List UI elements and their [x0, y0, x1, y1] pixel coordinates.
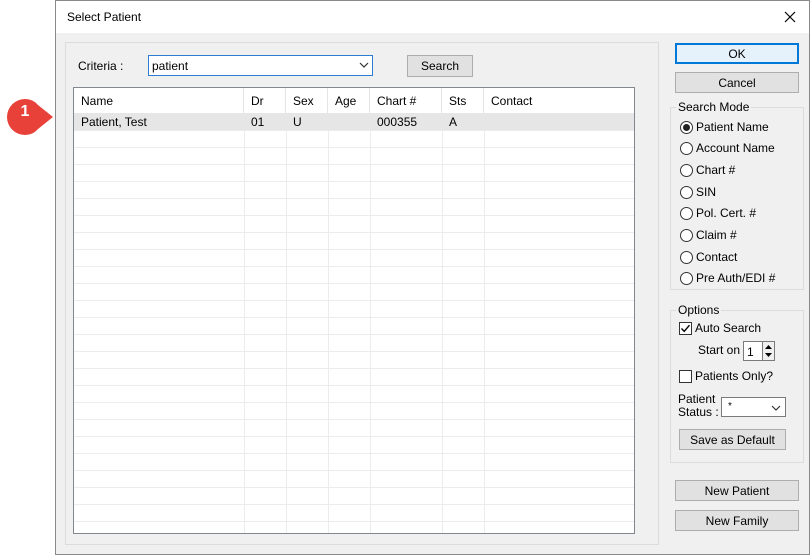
grid-header: Name Dr Sex Age Chart # Sts Contact: [74, 88, 634, 113]
column-header-age[interactable]: Age: [328, 88, 370, 113]
patient-status-label-line2: Status :: [678, 405, 719, 419]
start-on-input[interactable]: 1: [743, 341, 763, 361]
ok-button[interactable]: OK: [675, 43, 799, 64]
auto-search-checkbox[interactable]: Auto Search: [679, 321, 761, 335]
radio-pol-cert[interactable]: Pol. Cert. #: [680, 206, 756, 220]
close-button[interactable]: [777, 5, 803, 29]
radio-account-name[interactable]: Account Name: [680, 141, 775, 155]
column-header-dr[interactable]: Dr: [244, 88, 286, 113]
start-on-label: Start on: [698, 343, 741, 357]
cell-age: [328, 113, 335, 130]
table-row[interactable]: Patient, Test 01 U 000355 A: [74, 113, 634, 130]
radio-label: Contact: [696, 250, 738, 264]
cell-contact: [484, 113, 491, 130]
patients-only-checkbox[interactable]: Patients Only?: [679, 369, 773, 383]
radio-icon[interactable]: [680, 228, 693, 242]
close-icon: [784, 11, 796, 23]
column-header-chart[interactable]: Chart #: [370, 88, 442, 113]
new-patient-button[interactable]: New Patient: [675, 480, 799, 501]
cell-sex: U: [293, 115, 302, 129]
radio-label: Patient Name: [696, 120, 769, 134]
column-header-name[interactable]: Name: [74, 88, 244, 113]
radio-label: Pre Auth/EDI #: [696, 271, 776, 285]
checkbox-icon[interactable]: [679, 369, 692, 383]
radio-claim[interactable]: Claim #: [680, 228, 737, 242]
patients-only-label: Patients Only?: [695, 369, 774, 383]
radio-pre-auth-edi[interactable]: Pre Auth/EDI #: [680, 271, 775, 285]
radio-label: Pol. Cert. #: [696, 206, 757, 220]
patient-status-value: *: [728, 401, 732, 412]
cell-dr: 01: [251, 115, 265, 129]
column-header-sts[interactable]: Sts: [442, 88, 484, 113]
title-bar: Select Patient: [56, 1, 809, 33]
radio-patient-name[interactable]: Patient Name: [680, 120, 769, 134]
patient-status-label: Patient Status :: [678, 393, 719, 419]
radio-selected-icon[interactable]: [680, 120, 693, 134]
select-patient-dialog: Select Patient Criteria : patient Search…: [55, 0, 810, 555]
column-header-sex[interactable]: Sex: [286, 88, 328, 113]
criteria-combobox[interactable]: patient: [148, 55, 373, 76]
patient-results-grid[interactable]: Name Dr Sex Age Chart # Sts Contact Pati…: [73, 87, 635, 534]
radio-label: Account Name: [696, 141, 775, 155]
criteria-input[interactable]: patient: [152, 59, 188, 73]
search-button[interactable]: Search: [407, 55, 473, 77]
step-callout-badge: 1: [0, 96, 56, 138]
search-mode-group: Search Mode Patient Name Account Name Ch…: [670, 100, 804, 290]
radio-label: SIN: [696, 185, 717, 199]
cancel-button[interactable]: Cancel: [675, 72, 799, 93]
checkbox-checked-icon[interactable]: [679, 321, 692, 335]
criteria-label: Criteria :: [78, 59, 124, 73]
radio-icon[interactable]: [680, 250, 693, 264]
patient-status-select[interactable]: *: [721, 397, 786, 417]
radio-icon[interactable]: [680, 163, 693, 177]
spinner-buttons[interactable]: [763, 341, 775, 361]
options-title: Options: [676, 303, 722, 317]
chevron-down-icon[interactable]: [359, 60, 369, 70]
cell-chart: 000355: [377, 115, 418, 129]
search-mode-title: Search Mode: [676, 100, 752, 114]
chevron-down-icon[interactable]: [771, 403, 781, 413]
radio-sin[interactable]: SIN: [680, 185, 716, 199]
options-group: Options Auto Search Start on 1 Patients …: [670, 303, 804, 463]
radio-icon[interactable]: [680, 206, 693, 220]
grid-lines: [74, 113, 634, 533]
radio-icon[interactable]: [680, 271, 693, 285]
save-as-default-button[interactable]: Save as Default: [679, 429, 786, 450]
dialog-title: Select Patient: [67, 10, 142, 24]
column-header-contact[interactable]: Contact: [484, 88, 634, 113]
radio-label: Chart #: [696, 163, 736, 177]
cell-name: Patient, Test: [81, 115, 147, 129]
spinner-arrows-icon[interactable]: [763, 342, 774, 360]
radio-contact[interactable]: Contact: [680, 250, 737, 264]
radio-icon[interactable]: [680, 185, 693, 199]
start-on-spinner[interactable]: 1: [743, 341, 775, 361]
callout-number: 1: [20, 103, 30, 120]
radio-chart-number[interactable]: Chart #: [680, 163, 735, 177]
new-family-button[interactable]: New Family: [675, 510, 799, 531]
search-panel: Criteria : patient Search Name Dr Sex Ag…: [65, 42, 659, 545]
radio-label: Claim #: [696, 228, 737, 242]
auto-search-label: Auto Search: [695, 321, 762, 335]
radio-icon[interactable]: [680, 141, 693, 155]
cell-sts: A: [449, 115, 458, 129]
